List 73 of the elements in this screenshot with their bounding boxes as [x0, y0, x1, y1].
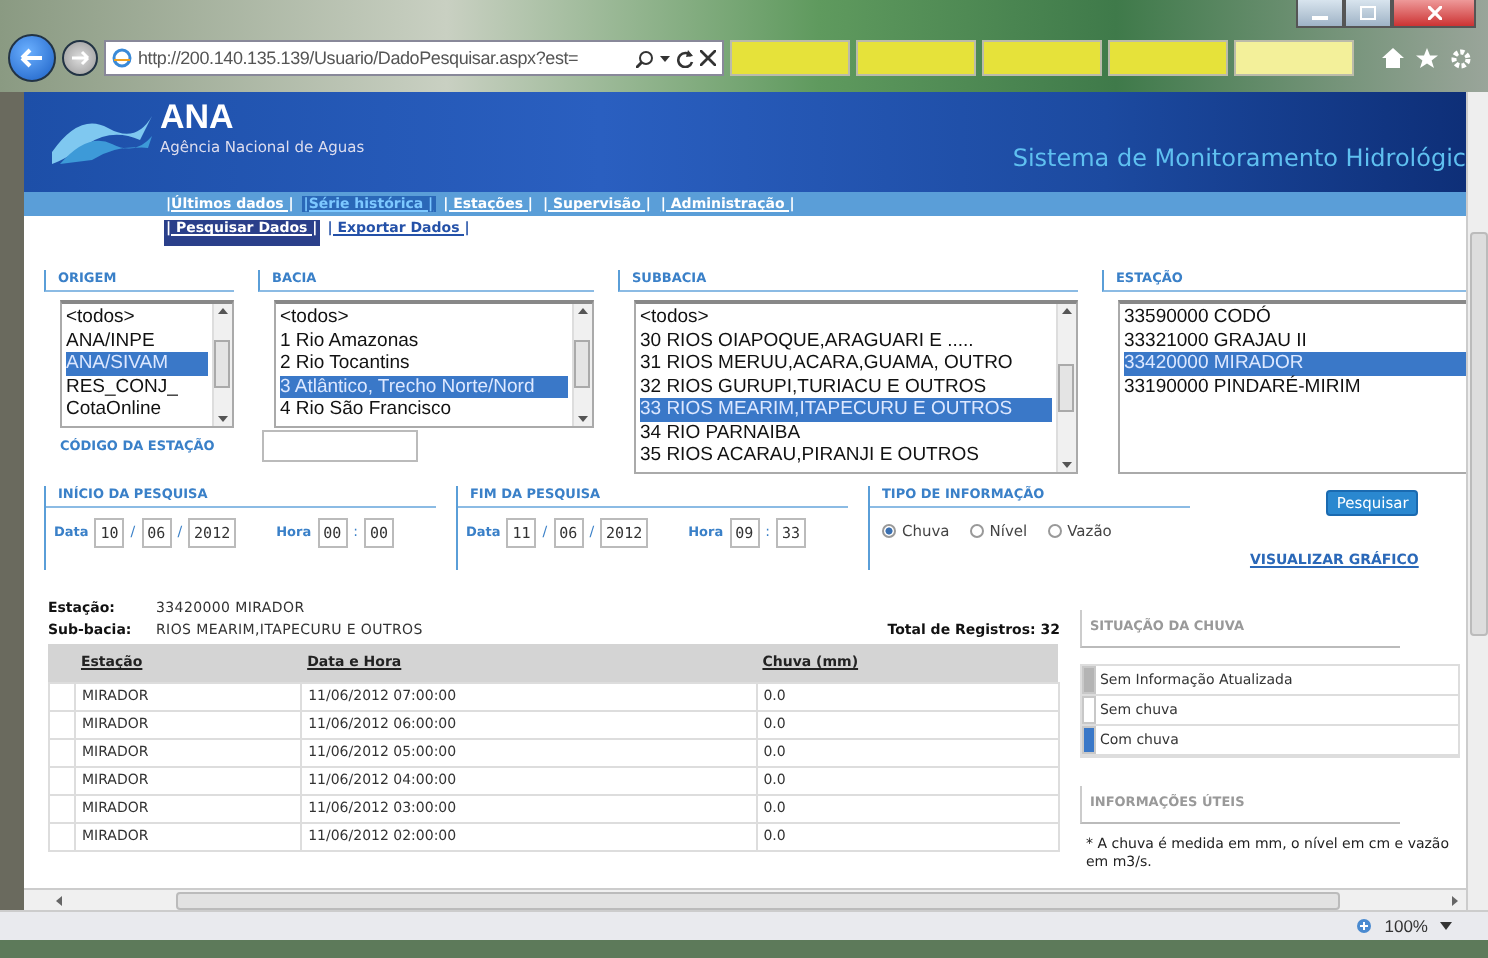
star-icon: [1416, 47, 1438, 67]
list-option[interactable]: 33190000 PINDARÉ-MIRIM: [1123, 375, 1467, 398]
system-title: Sistema de Monitoramento Hidrológic: [1012, 144, 1467, 172]
close-icon: [1427, 6, 1441, 20]
maximize-icon: [1360, 6, 1376, 20]
down-arrow-icon: [577, 415, 588, 421]
address-bar[interactable]: http://200.140.135.139/Usuario/DadoPesquisar.aspx?est=: [104, 40, 724, 76]
browser-tab[interactable]: [982, 40, 1102, 76]
list-option[interactable]: 3 Atlântico, Trecho Norte/Nord: [279, 375, 568, 398]
page-icon: [112, 48, 132, 68]
forward-button[interactable]: [62, 40, 98, 76]
scrollbar[interactable]: [211, 304, 232, 425]
right-arrow-icon: [1452, 895, 1459, 905]
list-option[interactable]: RES_CONJ_: [65, 375, 208, 398]
list-option[interactable]: 33321000 GRAJAU II: [1123, 329, 1467, 352]
zoom-level[interactable]: 100%: [1384, 916, 1428, 936]
list-option[interactable]: <todos>: [639, 306, 1052, 329]
scrollbar-thumb[interactable]: [1058, 363, 1075, 412]
list-option[interactable]: 35 RIOS ACARAU,PIRANJI E OUTROS: [639, 444, 1052, 467]
close-icon: [700, 50, 716, 66]
list-option[interactable]: CotaOnline: [65, 398, 208, 421]
refresh-icon: [676, 49, 694, 67]
search-icon: [636, 49, 654, 67]
list-option[interactable]: 2 Rio Tocantins: [279, 352, 568, 375]
down-arrow-icon: [1061, 461, 1072, 467]
scrollbar[interactable]: [1055, 304, 1076, 471]
browser-tab[interactable]: [730, 40, 850, 76]
caret-icon: [1440, 922, 1452, 930]
list-option[interactable]: 4 Rio São Francisco: [279, 398, 568, 421]
left-arrow-icon: [55, 895, 62, 905]
list-option[interactable]: ANA/INPE: [65, 329, 208, 352]
maximize-button[interactable]: [1344, 0, 1392, 28]
radio-button[interactable]: [969, 523, 984, 537]
browser-tab[interactable]: [856, 40, 976, 76]
radio-button[interactable]: [1047, 523, 1062, 537]
list-option[interactable]: 33 RIOS MEARIM,ITAPECURU E OUTROS: [639, 398, 1052, 421]
browser-tab[interactable]: [1234, 40, 1354, 76]
minimize-button[interactable]: [1296, 0, 1344, 28]
home-icon: [1382, 47, 1404, 67]
zoom-icon: [1356, 918, 1373, 934]
browser-tab[interactable]: [1108, 40, 1228, 76]
back-button[interactable]: [8, 34, 56, 82]
list-option[interactable]: 34 RIO PARNAIBA: [639, 421, 1052, 444]
list-box[interactable]: 33590000 CODÓ 33321000 GRAJAU II 33420000 MIRADOR 33190000 PINDARÉ-MIRIM: [1117, 300, 1467, 473]
vertical-scrollbar[interactable]: [1466, 92, 1488, 910]
scrollbar[interactable]: [571, 304, 592, 425]
down-arrow-icon: [217, 415, 228, 421]
right-arrow-icon: [70, 50, 90, 66]
list-box[interactable]: <todos> ANA/INPE ANA/SIVAM RES_CONJ_ CotaOnline: [59, 300, 234, 427]
scrollbar-thumb[interactable]: [574, 340, 591, 389]
radio-button[interactable]: [881, 523, 896, 537]
list-option[interactable]: 32 RIOS GURUPI,TURIACU E OUTROS: [639, 375, 1052, 398]
list-option[interactable]: 30 RIOS OIAPOQUE,ARAGUARI E .....: [639, 329, 1052, 352]
scrollbar-thumb[interactable]: [214, 340, 231, 389]
up-arrow-icon: [1061, 308, 1072, 314]
horizontal-scrollbar[interactable]: [23, 888, 1467, 910]
logo-text: ANA: [159, 100, 236, 136]
list-option[interactable]: 1 Rio Amazonas: [279, 329, 568, 352]
list-box[interactable]: <todos> 30 RIOS OIAPOQUE,ARAGUARI E ..... 31 RIOS MERUU,ACARA,GUAMA, OUTRO 32 RIOS GURUPI,TURIACU E OUTROS 33 RIOS MEARIM,ITAPECURU E OUTROS 34 RIO PARNAIBA 35 RIOS ACARAU,PIRANJI E OUTROS: [633, 300, 1078, 473]
left-arrow-icon: [20, 48, 44, 68]
settings-icon: [1450, 47, 1472, 69]
input-field[interactable]: [262, 429, 419, 461]
up-arrow-icon: [217, 308, 228, 314]
list-option[interactable]: ANA/SIVAM: [65, 352, 208, 375]
list-option[interactable]: 33420000 MIRADOR: [1123, 352, 1467, 375]
up-arrow-icon: [577, 308, 588, 314]
close-button[interactable]: [1392, 0, 1476, 28]
caret-icon: [660, 55, 670, 61]
list-option[interactable]: <todos>: [279, 306, 568, 329]
list-option[interactable]: <todos>: [65, 306, 208, 329]
list-box[interactable]: <todos> 1 Rio Amazonas 2 Rio Tocantins 3 Atlântico, Trecho Norte/Nord 4 Rio São Francisco: [273, 300, 594, 427]
list-option[interactable]: 33590000 CODÓ: [1123, 306, 1467, 329]
list-option[interactable]: 31 RIOS MERUU,ACARA,GUAMA, OUTRO: [639, 352, 1052, 375]
